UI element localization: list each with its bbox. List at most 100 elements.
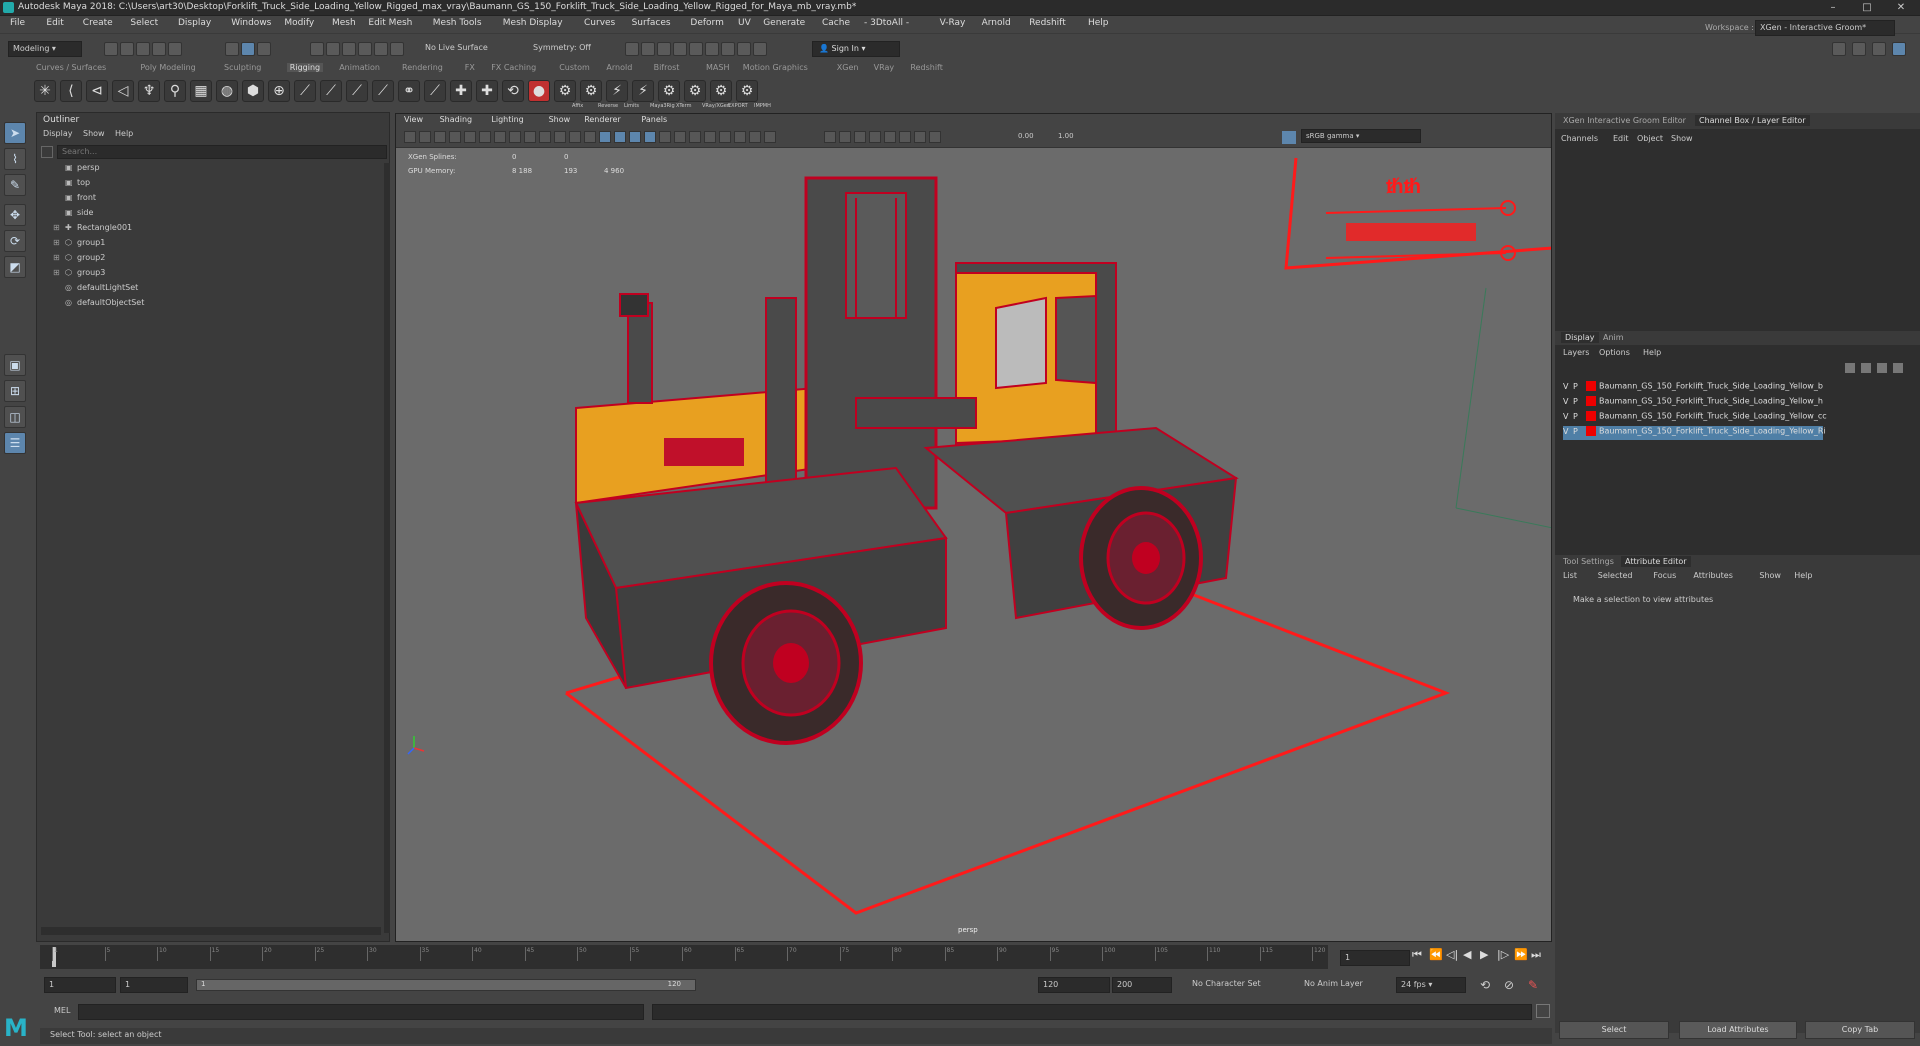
- viewport-tool-icon[interactable]: [839, 131, 851, 143]
- sign-in-button[interactable]: 👤 Sign In ▾: [812, 41, 900, 57]
- viewport-tool-icon[interactable]: [749, 131, 761, 143]
- layer-menu-layers[interactable]: Layers: [1563, 348, 1589, 357]
- snap-curve-icon[interactable]: [326, 42, 340, 56]
- shelf-tab-mash[interactable]: MASH: [706, 63, 729, 72]
- outliner-item-group2[interactable]: ⊞ ⬡ group2: [45, 253, 385, 268]
- shelf-tab-animation[interactable]: Animation: [339, 63, 380, 72]
- select-button[interactable]: Select: [1559, 1021, 1669, 1039]
- preferences-icon[interactable]: ✎: [1528, 978, 1538, 992]
- layer-color-swatch[interactable]: [1586, 381, 1596, 391]
- viewport-tool-icon[interactable]: [704, 131, 716, 143]
- shelf-tool-icon[interactable]: ⟋: [424, 80, 446, 102]
- viewport-tool-icon[interactable]: [674, 131, 686, 143]
- outliner-item-group3[interactable]: ⊞ ⬡ group3: [45, 268, 385, 283]
- shelf-tab-rigging[interactable]: Rigging: [286, 63, 324, 72]
- viewport-tool-icon[interactable]: [869, 131, 881, 143]
- menu-file[interactable]: File: [10, 18, 25, 28]
- redo-icon[interactable]: [168, 42, 182, 56]
- layer-row[interactable]: V P Baumann_GS_150_Forklift_Truck_Side_Loa…: [1563, 396, 1823, 410]
- outliner-item-side[interactable]: ▣ side: [45, 208, 385, 223]
- layer-color-swatch[interactable]: [1586, 426, 1596, 436]
- viewport-tool-icon[interactable]: [524, 131, 536, 143]
- move-tool-icon[interactable]: ✥: [4, 204, 26, 226]
- new-layer-icon[interactable]: [1877, 363, 1887, 373]
- expand-icon[interactable]: ⊞: [53, 223, 65, 232]
- layer-row[interactable]: V P Baumann_GS_150_Forklift_Truck_Side_Loa…: [1563, 411, 1827, 425]
- minimize-button[interactable]: –: [1818, 1, 1848, 15]
- color-management-icon[interactable]: [1282, 131, 1296, 144]
- layer-visibility-toggle[interactable]: V: [1563, 382, 1573, 391]
- exposure-field[interactable]: 0.00: [1018, 132, 1034, 140]
- attribute-menu-help[interactable]: Help: [1794, 571, 1812, 580]
- attribute-menu-attributes[interactable]: Attributes: [1693, 571, 1733, 580]
- layer-visibility-toggle[interactable]: V: [1563, 412, 1573, 421]
- outliner-scrollbar[interactable]: [384, 163, 390, 933]
- viewport-menu-shading[interactable]: Shading: [440, 115, 473, 124]
- menu-display[interactable]: Display: [178, 18, 211, 28]
- playback-button-icon[interactable]: ⏩: [1514, 948, 1528, 961]
- shelf-tool-icon[interactable]: ⟋: [320, 80, 342, 102]
- shelf-tab-redshift[interactable]: Redshift: [910, 63, 942, 72]
- load-attributes-button[interactable]: Load Attributes: [1679, 1021, 1797, 1039]
- outliner-hscrollbar[interactable]: [41, 927, 381, 935]
- select-tool-icon[interactable]: ➤: [4, 122, 26, 144]
- start-time-field[interactable]: 1: [44, 977, 116, 993]
- layer-visibility-toggle[interactable]: V: [1563, 427, 1573, 436]
- channels-menu-edit[interactable]: Edit: [1613, 134, 1629, 143]
- time-slider[interactable]: 1 5 10 15 20 25 30 35 40 45 50 55 60 65 70 75 80 85 90 95 10…: [40, 945, 1328, 969]
- open-scene-icon[interactable]: [120, 42, 134, 56]
- channels-menu-object[interactable]: Object: [1637, 134, 1663, 143]
- channels-menu-channels[interactable]: Channels: [1561, 134, 1598, 143]
- menu-mesh-tools[interactable]: Mesh Tools: [433, 18, 482, 28]
- menu-arnold[interactable]: Arnold: [982, 18, 1011, 28]
- viewport-tool-icon[interactable]: [914, 131, 926, 143]
- layout-icon[interactable]: [1832, 42, 1846, 56]
- save-scene-icon[interactable]: [136, 42, 150, 56]
- playback-button-icon[interactable]: ◁|: [1446, 948, 1458, 961]
- two-view-icon[interactable]: ◫: [4, 406, 26, 428]
- viewport-tool-icon[interactable]: [554, 131, 566, 143]
- shelf-tool-icon[interactable]: ⚭: [398, 80, 420, 102]
- shelf-tab-rendering[interactable]: Rendering: [402, 63, 443, 72]
- menu-surfaces[interactable]: Surfaces: [632, 18, 671, 28]
- layer-menu-help[interactable]: Help: [1643, 348, 1661, 357]
- menu-edit-mesh[interactable]: Edit Mesh: [368, 18, 412, 28]
- viewport-tool-icon[interactable]: [734, 131, 746, 143]
- viewport-tool-icon[interactable]: [419, 131, 431, 143]
- menu-edit[interactable]: Edit: [46, 18, 63, 28]
- scale-tool-icon[interactable]: ◩: [4, 256, 26, 278]
- attribute-menu-focus[interactable]: Focus: [1653, 571, 1676, 580]
- viewport-tool-icon[interactable]: [569, 131, 581, 143]
- shelf-tab-motion-graphics[interactable]: Motion Graphics: [743, 63, 808, 72]
- mode-dropdown[interactable]: Modeling ▾: [8, 41, 82, 57]
- layer-menu-options[interactable]: Options: [1599, 348, 1630, 357]
- menu-help[interactable]: Help: [1088, 18, 1109, 28]
- single-view-icon[interactable]: ▣: [4, 354, 26, 376]
- lasso-tool-icon[interactable]: ⌇: [4, 148, 26, 170]
- menu-generate[interactable]: Generate: [763, 18, 805, 28]
- loop-icon[interactable]: ⟲: [1480, 978, 1490, 992]
- new-layer-selected-icon[interactable]: [1893, 363, 1903, 373]
- vray-render-icon[interactable]: [721, 42, 735, 56]
- shelf-tab-custom[interactable]: Custom: [559, 63, 590, 72]
- layer-playback-toggle[interactable]: P: [1573, 397, 1583, 406]
- viewport-tool-icon[interactable]: [629, 131, 641, 143]
- outliner-item-group1[interactable]: ⊞ ⬡ group1: [45, 238, 385, 253]
- viewport-persp[interactable]: View Shading Lighting Show Renderer Panels 0.…: [395, 113, 1552, 942]
- shelf-tool-icon[interactable]: ⚲: [164, 80, 186, 102]
- shelf-tool-icon[interactable]: ●: [528, 80, 550, 102]
- end-time-field[interactable]: 200: [1112, 977, 1172, 993]
- playback-button-icon[interactable]: ⏮: [1412, 948, 1422, 962]
- snap-view-icon[interactable]: [358, 42, 372, 56]
- shelf-tool-icon[interactable]: ⊲: [86, 80, 108, 102]
- tab-anim-layers[interactable]: Anim: [1599, 332, 1628, 343]
- tab-xgen-groom-editor[interactable]: XGen Interactive Groom Editor: [1559, 115, 1690, 126]
- playback-button-icon[interactable]: ▶: [1480, 948, 1488, 961]
- script-editor-icon[interactable]: [1536, 1004, 1550, 1018]
- playback-end-field[interactable]: 120: [1038, 977, 1110, 993]
- channel-box-toggle-icon[interactable]: [1892, 42, 1906, 56]
- menu-deform[interactable]: Deform: [690, 18, 723, 28]
- menu-cache[interactable]: Cache: [822, 18, 850, 28]
- viewport-tool-icon[interactable]: [434, 131, 446, 143]
- viewport-tool-icon[interactable]: [494, 131, 506, 143]
